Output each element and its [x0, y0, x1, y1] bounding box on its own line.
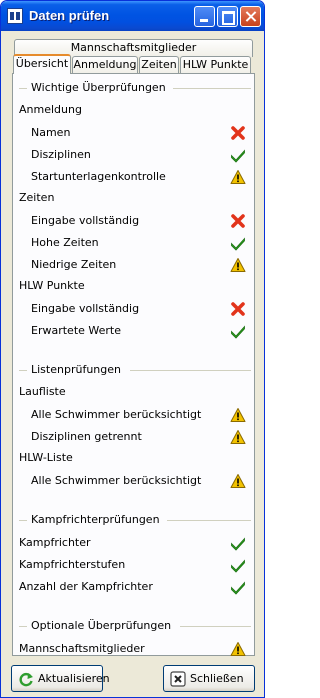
check-item-label: Hohe Zeiten [31, 236, 99, 249]
check-item-label: Kampfrichter [19, 536, 91, 549]
check-item-label: Disziplinen getrennt [31, 430, 142, 443]
section-heading: Listenprüfungen [31, 363, 121, 376]
section-heading: Optionale Überprüfungen [31, 619, 172, 632]
check-icon [231, 149, 245, 163]
warning-icon [230, 170, 246, 184]
app-icon [7, 8, 23, 24]
close-icon [170, 671, 186, 687]
check-icon [231, 325, 245, 339]
minimize-button[interactable] [194, 6, 215, 27]
check-icon [231, 537, 245, 551]
window-title: Daten prüfen [29, 8, 110, 23]
section-rule [173, 88, 251, 89]
tab-zeiten[interactable]: Zeiten [139, 56, 179, 74]
warning-icon [230, 430, 246, 444]
refresh-icon [19, 672, 33, 687]
warning-icon [230, 642, 246, 656]
error-cross-icon [231, 302, 245, 316]
section-rule [19, 88, 27, 89]
section-rule [180, 626, 251, 627]
error-cross-icon [231, 126, 245, 140]
check-item-label: Alle Schwimmer berücksichtigt [31, 408, 202, 421]
group-title: Anmeldung [19, 103, 82, 116]
check-item-label: Eingabe vollständig [31, 302, 140, 315]
maximize-button[interactable] [217, 6, 238, 27]
section-rule [130, 370, 251, 371]
group-title: Laufliste [19, 385, 66, 398]
check-icon [231, 559, 245, 573]
section-rule [19, 370, 27, 371]
warning-icon [230, 258, 246, 272]
refresh-label: Aktualisieren [38, 672, 110, 685]
check-item-label: Disziplinen [31, 148, 91, 161]
section-rule [19, 520, 27, 521]
check-icon [231, 237, 245, 251]
check-item-label: Anzahl der Kampfrichter [19, 580, 153, 593]
group-title: HLW-Liste [19, 451, 73, 464]
check-item-label: Alle Schwimmer berücksichtigt [31, 474, 202, 487]
title-bar[interactable]: Daten prüfen [1, 1, 264, 31]
check-item-label: Eingabe vollständig [31, 214, 140, 227]
data-check-window: Daten prüfen Mannschaftsmitglieder Übers… [0, 0, 265, 698]
tab-anmeldung[interactable]: Anmeldung [72, 56, 138, 74]
section-heading: Kampfrichterprüfungen [31, 513, 160, 526]
check-item-label: Namen [31, 126, 71, 139]
tab-hlw-punkte[interactable]: HLW Punkte [180, 56, 251, 74]
refresh-button[interactable]: Aktualisieren [11, 665, 110, 692]
tab-uebersicht[interactable]: Übersicht [13, 54, 71, 74]
check-item-label: Startunterlagenkontrolle [31, 170, 166, 183]
warning-icon [230, 474, 246, 488]
section-heading: Wichtige Überprüfungen [31, 81, 166, 94]
close-button[interactable]: Schließen [163, 665, 255, 692]
error-cross-icon [231, 214, 245, 228]
check-item-label: Mannschaftsmitglieder [19, 642, 145, 655]
section-rule [167, 520, 251, 521]
close-window-button[interactable] [240, 6, 261, 27]
close-label: Schließen [190, 672, 244, 685]
check-item-label: Erwartete Werte [31, 324, 121, 337]
check-icon [231, 581, 245, 595]
check-item-label: Niedrige Zeiten [31, 258, 117, 271]
check-item-label: Kampfrichterstufen [19, 558, 126, 571]
section-rule [19, 626, 27, 627]
warning-icon [230, 408, 246, 422]
group-title: Zeiten [19, 191, 55, 204]
group-title: HLW Punkte [19, 279, 85, 292]
